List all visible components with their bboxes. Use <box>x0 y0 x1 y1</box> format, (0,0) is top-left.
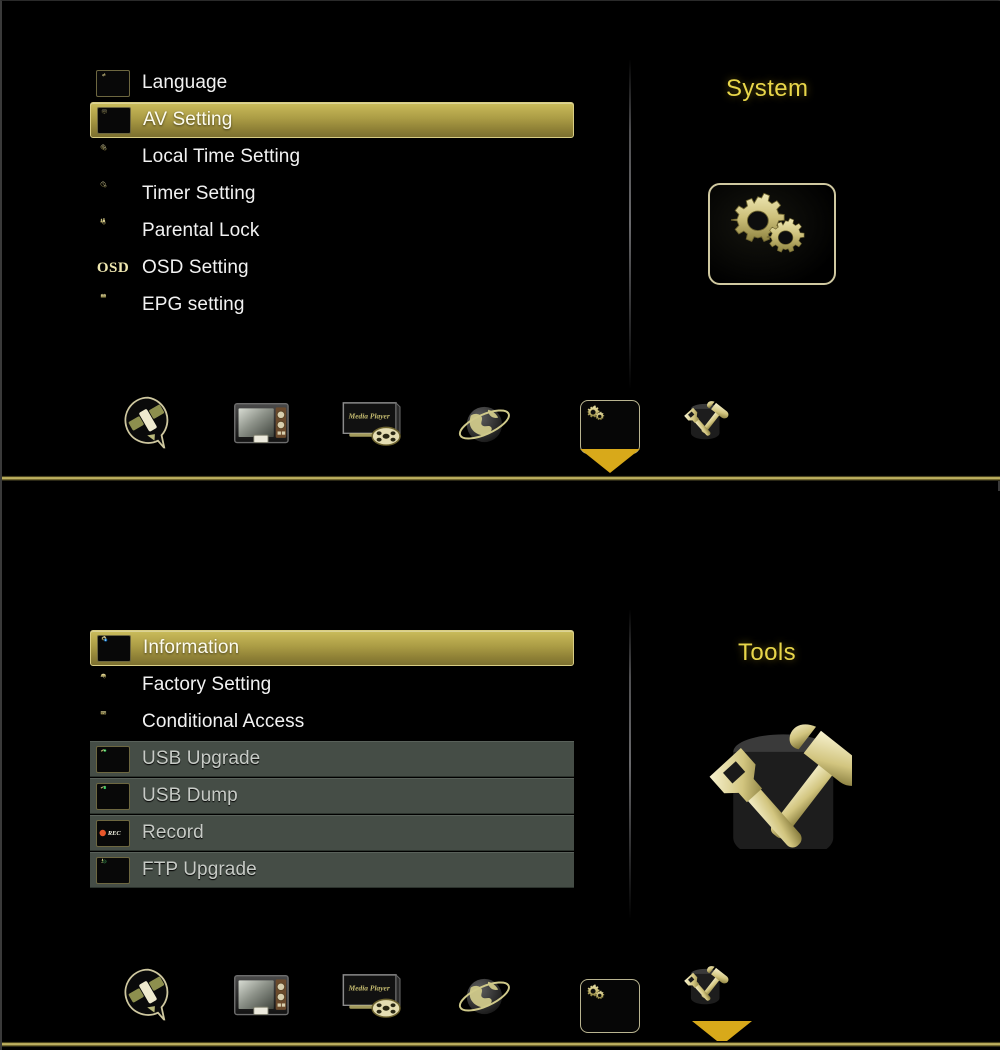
language-icon <box>96 69 130 97</box>
parental-lock-icon <box>96 218 130 245</box>
menu-item-label: Record <box>142 822 204 843</box>
menu-item-osd-setting[interactable]: OSD OSD Setting <box>90 250 574 286</box>
menu-item-factory-setting[interactable]: Factory Setting <box>90 667 574 703</box>
tools-preview-title: Tools <box>738 639 797 666</box>
iconbar-tools-icon[interactable] <box>666 391 778 477</box>
tools-menu-list[interactable]: Information Factory Setting Conditional … <box>90 630 574 889</box>
selection-marker <box>578 449 642 475</box>
menu-item-label: Language <box>142 72 228 93</box>
iconbar-satellite-icon[interactable] <box>106 963 218 1049</box>
menu-item-label: USB Upgrade <box>142 748 261 769</box>
menu-item-record[interactable]: Record <box>90 815 574 851</box>
menu-item-label: Factory Setting <box>142 674 272 695</box>
menu-item-conditional-access[interactable]: Conditional Access <box>90 704 574 740</box>
globe-clock-icon <box>96 144 130 171</box>
av-setting-icon <box>97 106 131 134</box>
iconbar-system-gears-icon[interactable] <box>554 391 666 477</box>
iconbar-system-gears-icon[interactable] <box>554 963 666 1049</box>
iconbar-media-player-icon[interactable] <box>330 391 442 477</box>
menu-item-label: Local Time Setting <box>142 146 301 167</box>
record-icon <box>96 819 130 847</box>
menu-item-usb-dump[interactable]: USB Dump <box>90 778 574 814</box>
factory-icon <box>96 672 130 699</box>
iconbar-media-player-icon[interactable] <box>330 963 442 1049</box>
system-icon-bar[interactable] <box>106 391 778 477</box>
clock-icon <box>96 181 130 208</box>
menu-item-ftp-upgrade[interactable]: FTP Upgrade <box>90 852 574 888</box>
panel-divider-vertical <box>629 59 631 389</box>
system-preview-title: System <box>726 75 809 102</box>
smartcard-icon <box>96 709 130 736</box>
iconbar-tv-setting-icon[interactable] <box>218 391 330 477</box>
iconbar-tv-setting-icon[interactable] <box>218 963 330 1049</box>
menu-item-label: OSD Setting <box>142 257 249 278</box>
menu-item-timer-setting[interactable]: Timer Setting <box>90 176 574 212</box>
menu-item-label: Parental Lock <box>142 220 260 241</box>
menu-item-label: AV Setting <box>143 109 233 130</box>
iconbar-tools-icon[interactable] <box>666 963 778 1049</box>
menu-item-av-setting[interactable]: AV Setting <box>90 102 574 138</box>
usb-upgrade-icon <box>96 745 130 773</box>
iconbar-satellite-icon[interactable] <box>106 391 218 477</box>
iconbar-network-icon[interactable] <box>442 391 554 477</box>
menu-item-label: FTP Upgrade <box>142 859 257 880</box>
menu-item-local-time-setting[interactable]: Local Time Setting <box>90 139 574 175</box>
menu-item-parental-lock[interactable]: Parental Lock <box>90 213 574 249</box>
stb-osd-screen: Language AV Setting Local Time Setting T… <box>0 0 1000 1050</box>
ftp-upgrade-icon <box>96 856 130 884</box>
iconbar-network-icon[interactable] <box>442 963 554 1049</box>
system-preview-gears-icon <box>708 183 836 285</box>
menu-item-label: Timer Setting <box>142 183 256 204</box>
info-gear-icon <box>97 634 131 662</box>
epg-calendar-icon <box>96 292 130 319</box>
menu-item-label: Information <box>143 637 240 658</box>
menu-item-language[interactable]: Language <box>90 65 574 101</box>
system-menu-panel: Language AV Setting Local Time Setting T… <box>2 1 1000 479</box>
tools-preview-icon <box>702 709 852 854</box>
menu-item-information[interactable]: Information <box>90 630 574 666</box>
system-menu-list[interactable]: Language AV Setting Local Time Setting T… <box>90 65 574 324</box>
menu-item-usb-upgrade[interactable]: USB Upgrade <box>90 741 574 777</box>
tools-icon-bar[interactable] <box>106 963 778 1049</box>
usb-dump-icon <box>96 782 130 810</box>
menu-item-epg-setting[interactable]: EPG setting <box>90 287 574 323</box>
menu-item-label: EPG setting <box>142 294 245 315</box>
menu-item-label: Conditional Access <box>142 711 305 732</box>
tools-menu-panel: Information Factory Setting Conditional … <box>2 491 1000 1050</box>
panel-separator <box>2 475 1000 481</box>
bottom-separator <box>2 1041 1000 1047</box>
menu-item-label: USB Dump <box>142 785 238 806</box>
osd-icon: OSD <box>96 259 130 276</box>
panel-divider-vertical <box>629 609 631 919</box>
